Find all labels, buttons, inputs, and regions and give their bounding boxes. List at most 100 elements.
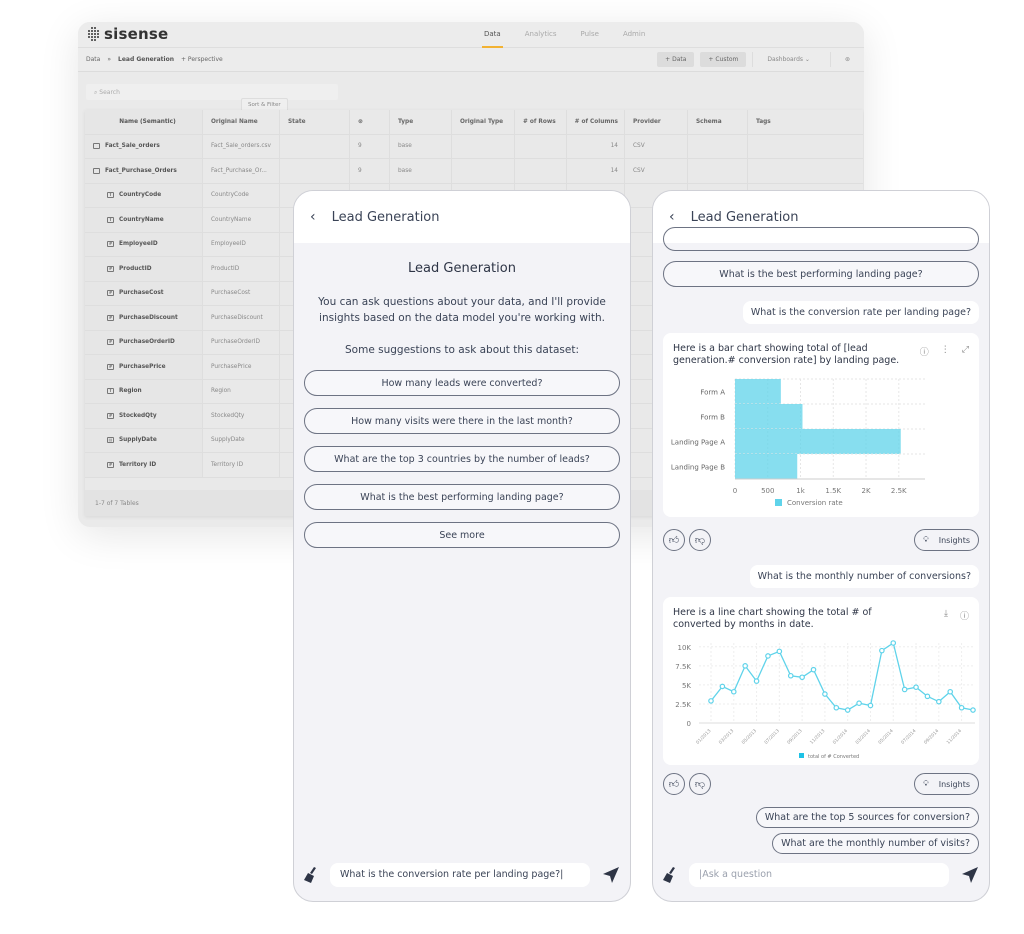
data-point[interactable] (879, 647, 885, 654)
suggestion-pill[interactable]: How many leads were converted? (304, 370, 620, 396)
table-row[interactable]: Fact_Sale_orders Fact_Sale_orders.csv 9 bas… (85, 134, 863, 159)
info-icon[interactable]: ⓘ (920, 345, 929, 358)
data-point[interactable] (913, 684, 919, 690)
suggestion-pill-partial[interactable] (663, 227, 979, 251)
column-header[interactable]: Original Name (203, 110, 280, 134)
link-icon[interactable]: ⊛ (829, 52, 864, 67)
data-point[interactable] (787, 672, 794, 679)
column-header[interactable]: # of Columns (567, 110, 625, 134)
add-perspective-button[interactable]: + Perspective (181, 56, 223, 63)
bar[interactable] (735, 404, 803, 429)
field-name-cell[interactable]: # ProductID (85, 257, 203, 281)
nav-tab-pulse[interactable]: Pulse (569, 22, 611, 48)
column-header[interactable]: Schema (688, 110, 748, 134)
add-data-button[interactable]: + Data (657, 52, 695, 67)
field-name-cell[interactable]: # PurchaseOrderID (85, 330, 203, 354)
data-point[interactable] (867, 702, 874, 709)
field-name-cell[interactable]: # EmployeeID (85, 232, 203, 256)
data-point[interactable] (970, 707, 976, 713)
search-input[interactable]: ⌕ Search (86, 84, 338, 100)
field-name-cell[interactable]: # PurchaseDiscount (85, 306, 203, 330)
data-point[interactable] (753, 678, 760, 684)
send-icon[interactable] (602, 866, 620, 884)
thumbs-down-button[interactable]: 👎︎ (689, 773, 711, 795)
data-point[interactable] (776, 648, 783, 655)
field-name-cell[interactable]: T CountryName (85, 208, 203, 232)
nav-tab-analytics[interactable]: Analytics (513, 22, 569, 48)
column-header[interactable]: State (280, 110, 350, 134)
data-point[interactable] (958, 704, 965, 711)
data-point[interactable] (799, 674, 805, 681)
data-point[interactable] (947, 688, 954, 695)
table-name-cell[interactable]: Fact_Purchase_Orders (85, 159, 203, 183)
thumbs-down-button[interactable]: 👎︎ (689, 529, 711, 551)
table-name-cell[interactable]: Fact_Sale_orders (85, 134, 203, 158)
see-more-button[interactable]: See more (304, 522, 620, 548)
column-header[interactable]: Type (390, 110, 452, 134)
bar[interactable] (735, 454, 798, 479)
more-icon[interactable]: ⋮ (941, 345, 950, 358)
insights-button[interactable]: 💡︎ Insights (914, 529, 979, 551)
provider: CSV (625, 134, 688, 158)
x-tick-label: 500 (761, 487, 774, 495)
suggestion-pill[interactable]: What is the best performing landing page… (304, 484, 620, 510)
sisense-logo[interactable]: sisense (88, 25, 168, 43)
bar[interactable] (735, 429, 901, 454)
field-name-cell[interactable]: # PurchaseCost (85, 281, 203, 305)
data-point[interactable] (924, 693, 931, 700)
send-icon[interactable] (961, 866, 979, 884)
thumbs-up-button[interactable]: 👍︎ (663, 773, 685, 795)
data-point[interactable] (890, 640, 897, 646)
chat-history: What is the best performing landing page… (653, 227, 989, 854)
column-header[interactable]: Original Type (452, 110, 515, 134)
back-icon[interactable]: ‹ (310, 209, 316, 225)
column-header[interactable]: Provider (625, 110, 688, 134)
column-header[interactable]: ⊛ (350, 110, 390, 134)
thumbs-up-button[interactable]: 👍︎ (663, 529, 685, 551)
dashboards-dropdown[interactable]: Dashboards ⌄ (752, 52, 824, 67)
date-field-icon: ▤ (107, 437, 114, 444)
clear-chat-icon[interactable] (663, 867, 677, 883)
question-input[interactable]: |Ask a question (689, 863, 949, 887)
column-header[interactable]: Name (Semantic) (85, 110, 203, 134)
data-point[interactable] (844, 707, 851, 713)
data-point[interactable] (856, 700, 862, 706)
column-header[interactable]: # of Rows (515, 110, 567, 134)
data-point[interactable] (742, 663, 748, 669)
data-point[interactable] (833, 704, 840, 711)
legend-label: Conversion rate (787, 499, 843, 507)
expand-icon[interactable]: ⤢ (962, 345, 969, 358)
field-name-cell[interactable]: T Region (85, 379, 203, 403)
download-icon[interactable]: ⤓ (944, 609, 948, 622)
data-point[interactable] (822, 691, 828, 697)
data-point[interactable] (901, 686, 908, 693)
field-name-cell[interactable]: T CountryCode (85, 183, 203, 207)
field-name-cell[interactable]: # PurchasePrice (85, 355, 203, 379)
nav-tab-admin[interactable]: Admin (611, 22, 657, 48)
nav-tab-data[interactable]: Data (472, 22, 513, 48)
info-icon[interactable]: ⓘ (960, 609, 969, 622)
suggestion-pill[interactable]: How many visits were there in the last m… (304, 408, 620, 434)
field-name-cell[interactable]: ▤ SupplyDate (85, 428, 203, 452)
bar[interactable] (735, 379, 781, 404)
column-header[interactable]: Tags (748, 110, 863, 134)
clear-chat-icon[interactable] (304, 867, 318, 883)
table-row[interactable]: Fact_Purchase_Orders Fact_Purchase_Or... 9… (85, 159, 863, 184)
suggestion-pill[interactable]: What are the top 3 countries by the numb… (304, 446, 620, 472)
field-name-cell[interactable]: # Territory ID (85, 453, 203, 477)
field-name: Territory ID (119, 461, 157, 468)
back-icon[interactable]: ‹ (669, 209, 675, 225)
field-name-cell[interactable]: # StockedQty (85, 404, 203, 428)
add-custom-button[interactable]: + Custom (700, 52, 747, 67)
data-point[interactable] (719, 683, 726, 690)
breadcrumb-data[interactable]: Data (86, 56, 100, 63)
insights-button[interactable]: 💡︎ Insights (914, 773, 979, 795)
followup-suggestion[interactable]: What are the top 5 sources for conversio… (755, 807, 979, 828)
data-point[interactable] (765, 653, 771, 659)
data-point[interactable] (810, 666, 817, 673)
data-point[interactable] (730, 688, 737, 695)
question-input[interactable]: What is the conversion rate per landing … (330, 863, 590, 887)
data-point[interactable] (708, 698, 714, 704)
suggestion-pill[interactable]: What is the best performing landing page… (663, 261, 979, 287)
data-point[interactable] (936, 698, 942, 705)
